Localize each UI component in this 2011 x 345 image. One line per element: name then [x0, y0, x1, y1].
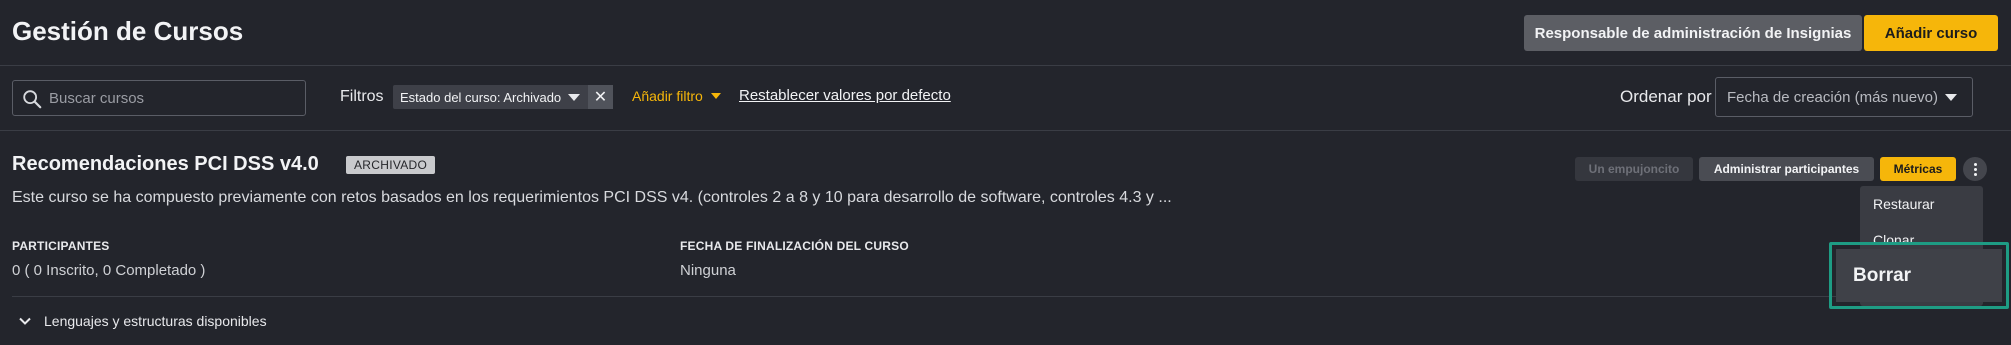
- languages-toggle[interactable]: Lenguajes y estructuras disponibles: [18, 313, 267, 329]
- more-options-icon[interactable]: [1963, 157, 1987, 181]
- kebab-dot: [1973, 172, 1977, 176]
- search-icon: [23, 90, 42, 109]
- filter-chip-label: Estado del curso: Archivado: [400, 89, 562, 105]
- course-status-filter-chip[interactable]: Estado del curso: Archivado ✕: [393, 85, 613, 109]
- menu-item-restore[interactable]: Restaurar: [1873, 196, 1934, 212]
- add-course-button[interactable]: Añadir curso: [1864, 15, 1998, 51]
- chevron-down-icon: [710, 93, 721, 99]
- course-description: Este curso se ha compuesto previamente c…: [12, 189, 1172, 206]
- kebab-dot: [1973, 162, 1977, 166]
- metrics-button[interactable]: Métricas: [1880, 157, 1956, 181]
- sort-select-value: Fecha de creación (más nuevo): [1727, 89, 1938, 106]
- chevron-down-icon: [1945, 94, 1957, 101]
- sort-select[interactable]: Fecha de creación (más nuevo): [1715, 77, 1973, 117]
- end-date-heading: FECHA DE FINALIZACIÓN DEL CURSO: [680, 239, 909, 253]
- menu-item-delete[interactable]: Borrar: [1836, 249, 2002, 302]
- kebab-dot: [1973, 167, 1977, 171]
- filters-label: Filtros: [340, 88, 384, 105]
- search-input[interactable]: [49, 81, 299, 115]
- add-filter-label: Añadir filtro: [632, 88, 703, 104]
- header: Gestión de Cursos Responsable de adminis…: [0, 0, 2011, 66]
- status-badge: ARCHIVADO: [346, 156, 436, 174]
- add-filter-button[interactable]: Añadir filtro: [632, 88, 721, 104]
- reset-defaults-link[interactable]: Restablecer valores por defecto: [739, 87, 951, 104]
- course-title[interactable]: Recomendaciones PCI DSS v4.0: [12, 153, 319, 176]
- badge-admin-button[interactable]: Responsable de administración de Insigni…: [1524, 15, 1862, 51]
- sort-label: Ordenar por: [1620, 87, 1712, 106]
- nudge-button: Un empujoncito: [1575, 157, 1693, 181]
- participants-value: 0 ( 0 Inscrito, 0 Completado ): [12, 262, 206, 279]
- chevron-down-icon[interactable]: [568, 93, 581, 101]
- participants-heading: PARTICIPANTES: [12, 239, 110, 253]
- course-management-page: Gestión de Cursos Responsable de adminis…: [0, 0, 2011, 345]
- filter-bar: Filtros Estado del curso: Archivado ✕ Añ…: [0, 66, 2011, 131]
- manage-participants-button[interactable]: Administrar participantes: [1699, 157, 1874, 181]
- end-date-value: Ninguna: [680, 262, 736, 279]
- close-icon[interactable]: ✕: [588, 85, 613, 109]
- search-box[interactable]: [12, 80, 306, 116]
- page-title: Gestión de Cursos: [12, 16, 244, 46]
- divider: [12, 296, 1862, 297]
- chevron-down-icon: [19, 317, 31, 325]
- languages-label: Lenguajes y estructuras disponibles: [44, 313, 267, 329]
